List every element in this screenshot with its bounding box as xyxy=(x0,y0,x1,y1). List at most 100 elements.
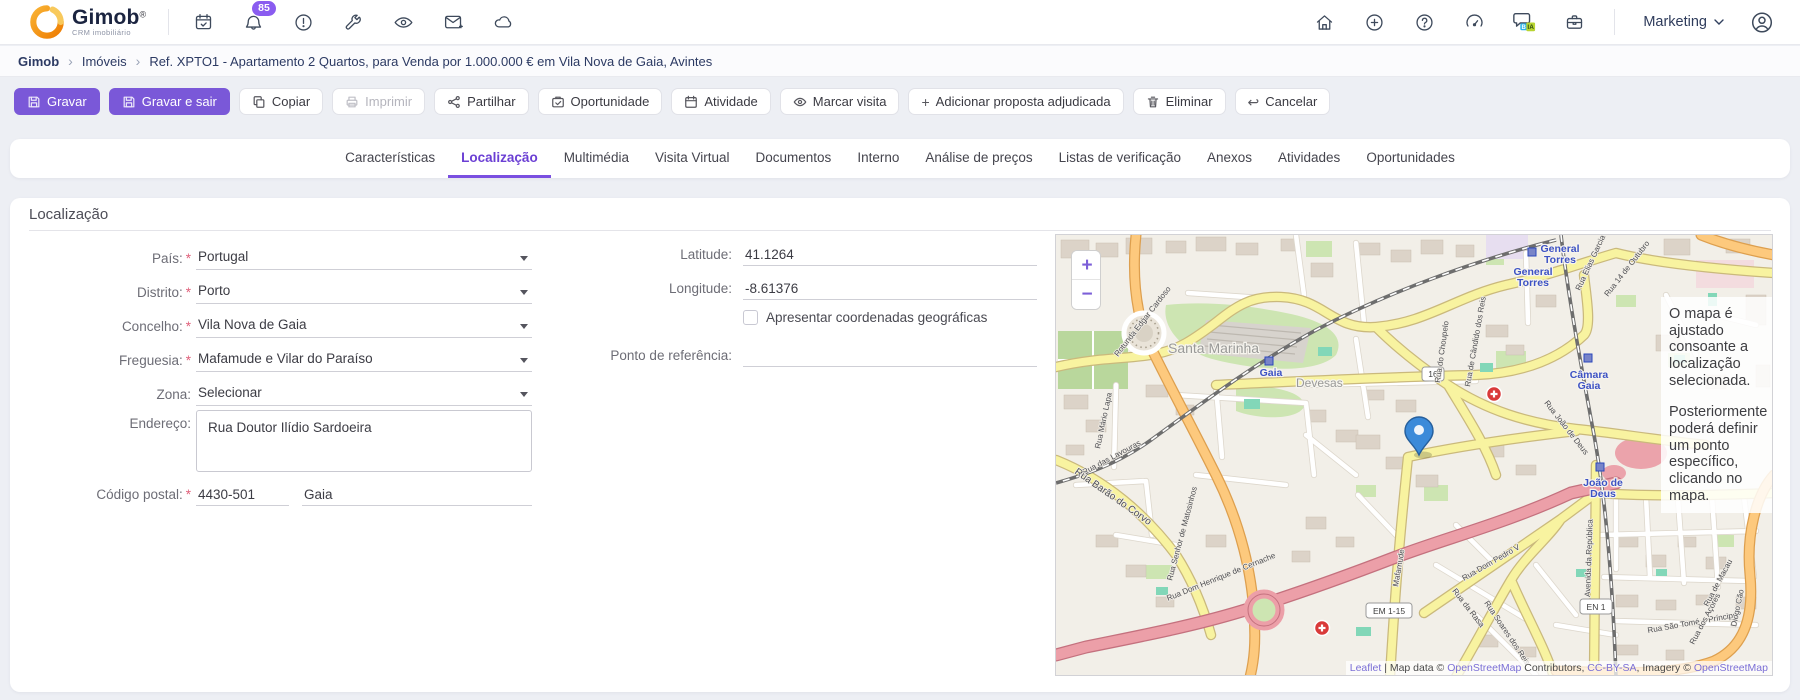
ponto-referencia-input[interactable] xyxy=(743,344,1037,367)
breadcrumb-imoveis[interactable]: Imóveis xyxy=(82,54,127,69)
show-coordinates-checkbox[interactable] xyxy=(743,310,758,325)
codigo-postal-locality-input[interactable] xyxy=(302,483,532,506)
localization-panel: Localização País: * Portugal Distrito: * P… xyxy=(10,198,1790,692)
printer-icon xyxy=(346,96,358,107)
delete-button[interactable]: Eliminar xyxy=(1132,88,1226,115)
longitude-label: Longitude: xyxy=(668,281,732,296)
place-devesas: Devesas xyxy=(1296,376,1343,390)
save-button[interactable]: Gravar xyxy=(14,88,100,115)
briefcase-icon[interactable] xyxy=(1562,10,1586,34)
map-attribution: Leaflet | Map data © OpenStreetMap Contr… xyxy=(1345,661,1772,675)
performance-gauge-icon[interactable] xyxy=(1462,10,1486,34)
brand-name: Gimob xyxy=(72,6,140,30)
header-divider xyxy=(168,9,170,35)
header-right-divider xyxy=(1614,9,1616,35)
tools-wrench-icon[interactable] xyxy=(341,10,365,34)
endereco-textarea[interactable]: Rua Doutor Ilídio Sardoeira xyxy=(196,410,532,472)
latitude-input[interactable] xyxy=(743,243,1037,266)
zona-label: Zona: xyxy=(156,387,191,402)
tab-interno[interactable]: Interno xyxy=(844,139,912,178)
gimob-logo-icon xyxy=(30,5,64,39)
chevron-down-icon xyxy=(1714,18,1724,25)
brand-registered: ® xyxy=(139,9,147,20)
longitude-input[interactable] xyxy=(743,277,1037,300)
tab-analise-de-precos[interactable]: Análise de preços xyxy=(912,139,1045,178)
codigo-postal-input[interactable] xyxy=(196,483,289,506)
tab-visita-virtual[interactable]: Visita Virtual xyxy=(642,139,743,178)
osm-imagery-link[interactable]: OpenStreetMap xyxy=(1694,662,1768,674)
cloud-icon[interactable] xyxy=(491,10,515,34)
copy-icon xyxy=(253,95,265,108)
tab-atividades[interactable]: Atividades xyxy=(1265,139,1353,178)
undo-arrow-icon: ↩ xyxy=(1247,93,1260,110)
activity-calendar-icon xyxy=(685,95,698,108)
latitude-label: Latitude: xyxy=(680,247,732,262)
license-link[interactable]: CC-BY-SA xyxy=(1587,662,1636,674)
calendar-icon[interactable] xyxy=(191,10,215,34)
svg-text:Torres: Torres xyxy=(1544,254,1576,266)
save-icon xyxy=(123,96,135,107)
map-hint-line-2: Posteriormente poderá definir um ponto e… xyxy=(1669,404,1768,504)
map-hint-line-1: O mapa é ajustado consoante a localizaçã… xyxy=(1669,306,1751,389)
gimob-logo[interactable]: Gimob® CRM imobiliário xyxy=(0,5,146,39)
ponto-referencia-label: Ponto de referência: xyxy=(610,348,732,363)
place-santa-marinha: Santa Marinha xyxy=(1168,340,1259,356)
tab-oportunidades[interactable]: Oportunidades xyxy=(1353,139,1468,178)
svg-text:EN 1: EN 1 xyxy=(1587,602,1606,612)
map[interactable]: 16 EM 1-15 EN 1 Rotunda Edgar Cardoso Ru… xyxy=(1055,234,1773,676)
concelho-select[interactable]: Vila Nova de Gaia xyxy=(196,315,532,338)
show-coordinates-label: Apresentar coordenadas geográficas xyxy=(766,310,988,325)
copy-button[interactable]: Copiar xyxy=(238,88,324,115)
tab-localizacao[interactable]: Localização xyxy=(448,139,551,178)
tab-multimedia[interactable]: Multimédia xyxy=(551,139,642,178)
cancel-button[interactable]: ↩ Cancelar xyxy=(1234,88,1331,115)
tab-caracteristicas[interactable]: Características xyxy=(332,139,448,178)
visit-eye-icon xyxy=(793,97,807,106)
tab-anexos[interactable]: Anexos xyxy=(1194,139,1265,178)
save-icon xyxy=(28,96,40,107)
endereco-label: Endereço: xyxy=(129,416,191,431)
team-selector[interactable]: Marketing xyxy=(1643,14,1724,30)
user-avatar-icon[interactable] xyxy=(1750,10,1774,34)
pais-label: País: * xyxy=(151,251,191,266)
share-icon xyxy=(448,95,460,108)
tab-listas-de-verificacao[interactable]: Listas de verificação xyxy=(1046,139,1194,178)
svg-text:Gaia: Gaia xyxy=(1260,367,1283,379)
distrito-label: Distrito: * xyxy=(136,285,191,300)
concelho-label: Concelho: * xyxy=(121,319,191,334)
opportunity-icon xyxy=(551,96,564,107)
schedule-visit-button[interactable]: Marcar visita xyxy=(779,88,900,115)
map-zoom-in-button[interactable]: + xyxy=(1072,251,1100,280)
team-selector-label: Marketing xyxy=(1643,14,1707,30)
app-header: Gimob® CRM imobiliário 85 B IA Marketing xyxy=(0,0,1800,45)
add-awarded-proposal-button[interactable]: + Adicionar proposta adjudicada xyxy=(908,88,1124,115)
map-zoom-out-button[interactable]: − xyxy=(1072,280,1100,309)
save-and-exit-button[interactable]: Gravar e sair xyxy=(108,88,230,115)
zona-select[interactable]: Selecionar xyxy=(196,383,532,406)
watch-eye-icon[interactable] xyxy=(391,10,415,34)
mail-icon[interactable] xyxy=(441,10,465,34)
add-new-icon[interactable] xyxy=(1362,10,1386,34)
leaflet-link[interactable]: Leaflet xyxy=(1350,662,1382,674)
trash-icon xyxy=(1147,96,1158,107)
breadcrumb-home[interactable]: Gimob xyxy=(18,54,59,69)
breadcrumb-separator: › xyxy=(135,53,141,69)
activity-button[interactable]: Atividade xyxy=(671,88,771,115)
map-hint-overlay: O mapa é ajustado consoante a localizaçã… xyxy=(1661,297,1772,514)
notifications-bell-icon[interactable]: 85 xyxy=(241,1,276,34)
codigo-postal-label: Código postal: * xyxy=(96,487,191,502)
bia-assistant-icon[interactable]: B IA xyxy=(1512,10,1536,34)
brand-tagline: CRM imobiliário xyxy=(72,28,131,38)
share-button[interactable]: Partilhar xyxy=(434,88,529,115)
print-button[interactable]: Imprimir xyxy=(332,88,426,115)
home-icon[interactable] xyxy=(1312,10,1336,34)
plus-icon: + xyxy=(921,93,930,110)
tab-documentos[interactable]: Documentos xyxy=(743,139,845,178)
tabbar: Características Localização Multimédia V… xyxy=(10,139,1790,178)
osm-link[interactable]: OpenStreetMap xyxy=(1447,662,1521,674)
breadcrumb-current: Ref. XPTO1 - Apartamento 2 Quartos, para… xyxy=(149,53,713,69)
help-icon[interactable] xyxy=(1412,10,1436,34)
alerts-icon[interactable] xyxy=(291,10,315,34)
opportunity-button[interactable]: Oportunidade xyxy=(537,88,663,115)
toolbar: Gravar Gravar e sair Copiar Imprimir Par… xyxy=(14,88,1331,115)
